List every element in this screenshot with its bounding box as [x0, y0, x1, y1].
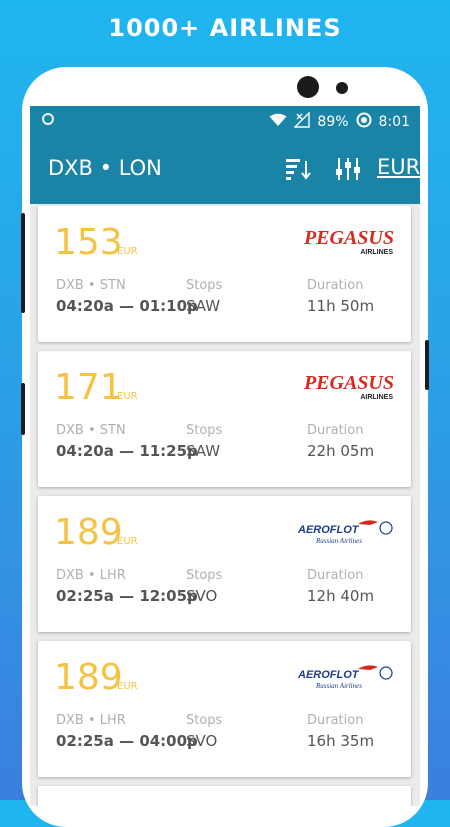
- sync-icon: [356, 112, 372, 132]
- phone-side-button: [21, 213, 25, 313]
- price-currency: EUR: [117, 391, 138, 402]
- airline-logo-sub: Russian Airlines: [315, 537, 362, 545]
- duration-label: Duration: [307, 423, 364, 438]
- status-bar: 89% 8:01: [30, 106, 420, 136]
- stops-value: SVO: [186, 732, 218, 750]
- route-label: DXB • STN: [56, 423, 126, 438]
- app-screen: 89% 8:01 DXB • LON EUR 153 EUR PEGASUS A…: [30, 106, 420, 806]
- flight-card[interactable]: 171 EUR PEGASUS AIRLINES DXB • STN 04:20…: [38, 351, 411, 487]
- duration-label: Duration: [307, 568, 364, 583]
- app-bar: DXB • LON EUR: [30, 136, 420, 204]
- flight-card-partial[interactable]: [38, 786, 411, 806]
- route-label: DXB • LHR: [56, 568, 126, 583]
- airline-logo-aeroflot: AEROFLOT Russian Airlines: [296, 659, 396, 697]
- flight-times: 02:25a — 04:00p: [56, 732, 198, 750]
- price-value: 153: [54, 222, 123, 263]
- sort-descending-icon: [286, 159, 311, 180]
- airline-logo-pegasus: PEGASUS AIRLINES: [296, 224, 396, 262]
- phone-side-button: [21, 383, 25, 435]
- phone-camera: [297, 76, 319, 98]
- airline-logo-sub: AIRLINES: [360, 394, 393, 401]
- cell-signal-icon: [293, 111, 311, 132]
- phone-sensor: [336, 82, 348, 94]
- price-currency: EUR: [117, 246, 138, 257]
- stops-label: Stops: [186, 278, 223, 293]
- airline-logo-name: AEROFLOT: [297, 524, 360, 536]
- duration-value: 11h 50m: [307, 297, 375, 315]
- stops-value: SVO: [186, 587, 218, 605]
- stops-label: Stops: [186, 713, 223, 728]
- price-currency: EUR: [117, 681, 138, 692]
- stops-label: Stops: [186, 568, 223, 583]
- airline-logo-pegasus: PEGASUS AIRLINES: [296, 369, 396, 407]
- aeroflot-emblem-icon: [379, 666, 393, 680]
- duration-label: Duration: [307, 713, 364, 728]
- price-value: 189: [54, 657, 123, 698]
- duration-value: 16h 35m: [307, 732, 375, 750]
- aeroflot-wing-icon: [358, 520, 378, 525]
- duration-value: 12h 40m: [307, 587, 375, 605]
- currency-selector[interactable]: EUR: [377, 155, 420, 179]
- wifi-icon: [269, 113, 287, 131]
- clock-time: 8:01: [378, 114, 410, 130]
- flight-card[interactable]: 189 EUR AEROFLOT Russian Airlines DXB • …: [38, 641, 411, 777]
- price-value: 171: [54, 367, 123, 408]
- filter-button[interactable]: [334, 156, 362, 182]
- flight-times: 04:20a — 11:25p: [56, 442, 198, 460]
- duration-value: 22h 05m: [307, 442, 375, 460]
- phone-side-button: [425, 340, 429, 390]
- battery-percent: 89%: [317, 114, 349, 130]
- notification-icon: [42, 113, 54, 125]
- route-title: DXB • LON: [48, 156, 162, 180]
- price-currency: EUR: [117, 536, 138, 547]
- airline-logo-aeroflot: AEROFLOT Russian Airlines: [296, 514, 396, 552]
- stops-value: SAW: [186, 442, 221, 460]
- flight-card[interactable]: 189 EUR AEROFLOT Russian Airlines DXB • …: [38, 496, 411, 632]
- flight-times: 02:25a — 12:05p: [56, 587, 198, 605]
- aeroflot-wing-icon: [358, 665, 378, 670]
- price-value: 189: [54, 512, 123, 553]
- route-label: DXB • STN: [56, 278, 126, 293]
- stops-label: Stops: [186, 423, 223, 438]
- airline-logo-sub: Russian Airlines: [315, 682, 362, 690]
- sort-button[interactable]: [284, 156, 312, 182]
- route-label: DXB • LHR: [56, 713, 126, 728]
- airline-logo-sub: AIRLINES: [360, 249, 393, 256]
- flight-times: 04:20a — 01:10p: [56, 297, 198, 315]
- flight-results-list: 153 EUR PEGASUS AIRLINES DXB • STN 04:20…: [38, 206, 412, 806]
- airline-logo-name: AEROFLOT: [297, 669, 360, 681]
- aeroflot-emblem-icon: [379, 521, 393, 535]
- airline-logo-name: PEGASUS: [303, 227, 394, 249]
- stops-value: SAW: [186, 297, 221, 315]
- flight-card[interactable]: 153 EUR PEGASUS AIRLINES DXB • STN 04:20…: [38, 206, 411, 342]
- promo-title: 1000+ AIRLINES: [108, 14, 342, 42]
- airline-logo-name: PEGASUS: [303, 372, 394, 394]
- sliders-icon: [336, 158, 360, 180]
- duration-label: Duration: [307, 278, 364, 293]
